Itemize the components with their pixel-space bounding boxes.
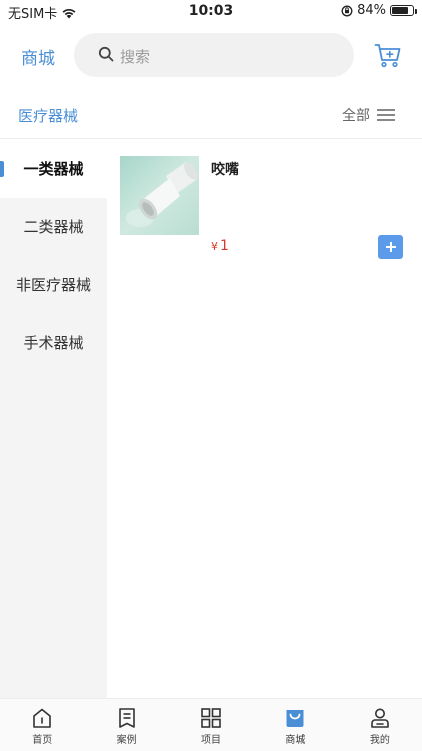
- sidebar-item-surgical[interactable]: 手术器械: [0, 314, 107, 372]
- tab-home[interactable]: 首页: [0, 699, 84, 751]
- sidebar-item-label: 二类器械: [23, 218, 84, 236]
- category-bar: 医疗器械 全部: [0, 92, 422, 139]
- currency-symbol: ¥: [211, 240, 218, 253]
- battery-icon: [390, 5, 417, 16]
- tab-label: 项目: [201, 735, 222, 746]
- tab-cases[interactable]: 案例: [84, 699, 168, 751]
- plus-icon: [385, 242, 396, 252]
- all-categories-button[interactable]: 全部: [342, 105, 396, 125]
- sidebar-item-label: 手术器械: [23, 334, 84, 352]
- profile-icon: [371, 708, 389, 728]
- battery-level: [392, 7, 408, 14]
- sidebar-item-class2[interactable]: 二类器械: [0, 198, 107, 256]
- cart-icon[interactable]: [374, 42, 402, 68]
- add-to-cart-button[interactable]: [378, 235, 403, 259]
- sidebar-item-class1[interactable]: 一类器械: [0, 140, 107, 198]
- header: 商城 搜索: [0, 28, 422, 84]
- mouthpiece-image: [126, 162, 198, 227]
- price-value: 1: [220, 238, 229, 254]
- tab-profile[interactable]: 我的: [338, 699, 422, 751]
- sidebar-item-label: 非医疗器械: [15, 276, 91, 294]
- search-input[interactable]: 搜索: [74, 33, 354, 77]
- project-icon: [201, 708, 221, 728]
- search-placeholder: 搜索: [120, 48, 151, 66]
- status-right: 84%: [341, 3, 417, 18]
- product-card[interactable]: 咬嘴 ¥1: [120, 156, 410, 266]
- status-bar: 无SIM卡 10:03 84%: [0, 0, 422, 24]
- sidebar-item-non-medical[interactable]: 非医疗器械: [0, 256, 107, 314]
- tab-label: 我的: [369, 735, 390, 746]
- menu-icon: [377, 109, 395, 121]
- tab-bar: 首页 案例 项目 商城 我的: [0, 698, 422, 751]
- tab-shop[interactable]: 商城: [253, 699, 337, 751]
- search-icon: [98, 46, 114, 62]
- page-title: 商城: [21, 49, 55, 69]
- tab-label: 案例: [116, 735, 137, 746]
- home-icon: [33, 708, 52, 728]
- shop-icon: [286, 710, 304, 727]
- current-category[interactable]: 医疗器械: [18, 105, 78, 126]
- sidebar-item-label: 一类器械: [23, 160, 84, 178]
- category-sidebar: 一类器械 二类器械 非医疗器械 手术器械: [0, 140, 107, 698]
- tab-projects[interactable]: 项目: [169, 699, 253, 751]
- tab-label: 商城: [285, 735, 306, 746]
- product-name[interactable]: 咬嘴: [211, 159, 239, 179]
- battery-percent: 84%: [357, 3, 386, 18]
- all-categories-label: 全部: [342, 108, 370, 124]
- tab-label: 首页: [32, 735, 53, 746]
- product-price: ¥1: [211, 238, 229, 254]
- product-image[interactable]: [120, 156, 199, 235]
- rotation-lock-icon: [341, 5, 353, 16]
- case-icon: [118, 708, 135, 728]
